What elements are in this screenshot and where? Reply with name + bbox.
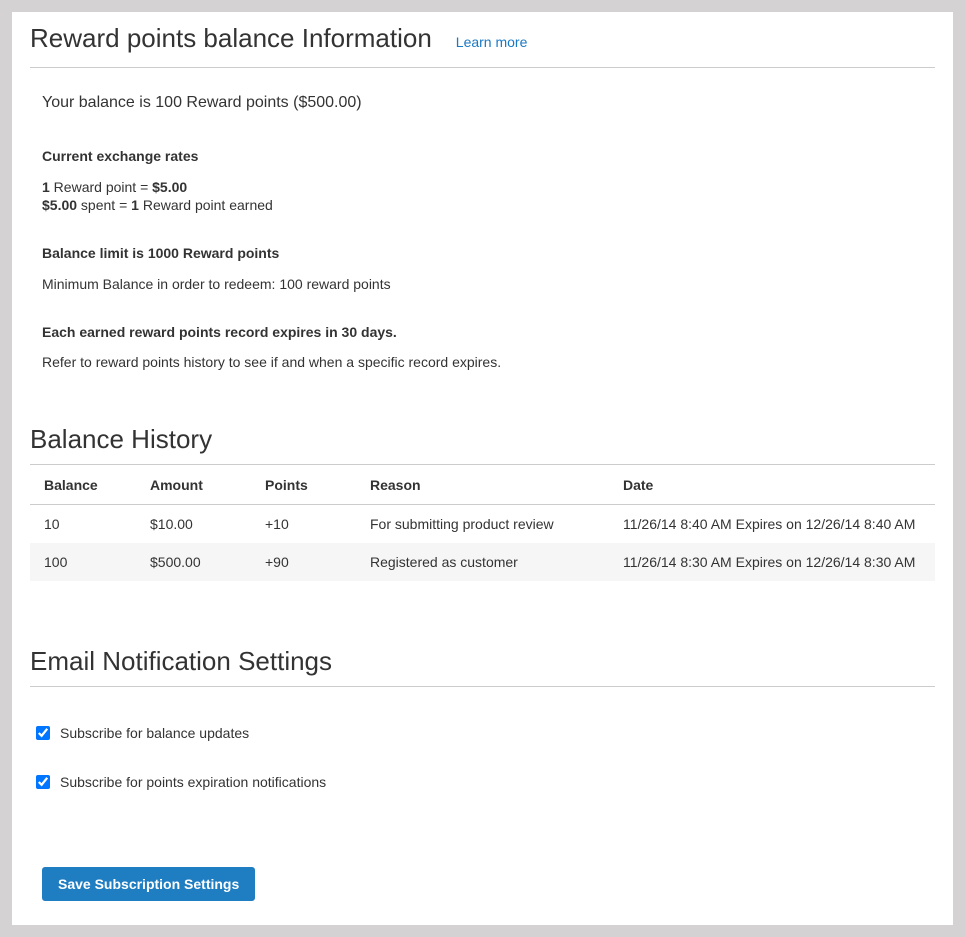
reward-points-page: Reward points balance Information Learn …: [12, 12, 953, 925]
rate2-points: 1: [131, 197, 139, 213]
email-notification-title: Email Notification Settings: [30, 647, 332, 676]
exchange-rates: 1 Reward point = $5.00 $5.00 spent = 1 R…: [42, 178, 923, 216]
save-subscription-button[interactable]: Save Subscription Settings: [42, 867, 255, 901]
points-expiration-checkbox[interactable]: [36, 775, 50, 789]
rate2-suffix: Reward point earned: [139, 197, 273, 213]
email-notification-header: Email Notification Settings: [30, 647, 935, 687]
balance-summary: Your balance is 100 Reward points ($500.…: [42, 94, 923, 112]
table-header-row: Balance Amount Points Reason Date: [30, 464, 935, 504]
cell-amount: $10.00: [136, 504, 251, 543]
cell-date: 11/26/14 8:30 AM Expires on 12/26/14 8:3…: [609, 543, 935, 581]
column-header-amount: Amount: [136, 464, 251, 504]
balance-updates-label[interactable]: Subscribe for balance updates: [60, 725, 249, 741]
cell-reason: Registered as customer: [356, 543, 609, 581]
table-row: 10 $10.00 +10 For submitting product rev…: [30, 504, 935, 543]
cell-balance: 100: [30, 543, 136, 581]
exchange-rates-heading: Current exchange rates: [42, 148, 923, 164]
page-header: Reward points balance Information Learn …: [30, 24, 935, 68]
balance-history-table: Balance Amount Points Reason Date 10 $10…: [30, 464, 935, 581]
rate-line-spend-earn: $5.00 spent = 1 Reward point earned: [42, 196, 923, 215]
page-title: Reward points balance Information: [30, 24, 432, 53]
balance-history-section: Balance History Balance Amount Points Re…: [30, 425, 935, 581]
column-header-date: Date: [609, 464, 935, 504]
cell-points: +10: [251, 504, 356, 543]
column-header-points: Points: [251, 464, 356, 504]
email-notification-section: Email Notification Settings Subscribe fo…: [30, 647, 935, 901]
learn-more-link[interactable]: Learn more: [456, 34, 528, 50]
table-row: 100 $500.00 +90 Registered as customer 1…: [30, 543, 935, 581]
rate1-money: $5.00: [152, 179, 187, 195]
cell-amount: $500.00: [136, 543, 251, 581]
cell-date: 11/26/14 8:40 AM Expires on 12/26/14 8:4…: [609, 504, 935, 543]
subscribe-balance-updates-row: Subscribe for balance updates: [36, 725, 935, 741]
rate2-text: spent =: [77, 197, 131, 213]
balance-history-title: Balance History: [30, 425, 212, 454]
column-header-reason: Reason: [356, 464, 609, 504]
points-expiration-label[interactable]: Subscribe for points expiration notifica…: [60, 774, 326, 790]
cell-reason: For submitting product review: [356, 504, 609, 543]
minimum-balance: Minimum Balance in order to redeem: 100 …: [42, 276, 923, 292]
expiry-rule: Each earned reward points record expires…: [42, 324, 923, 340]
rate1-points: 1: [42, 179, 50, 195]
rate2-money: $5.00: [42, 197, 77, 213]
rate1-text: Reward point =: [50, 179, 152, 195]
balance-limit: Balance limit is 1000 Reward points: [42, 245, 923, 261]
cell-balance: 10: [30, 504, 136, 543]
cell-points: +90: [251, 543, 356, 581]
rate-line-earn-value: 1 Reward point = $5.00: [42, 178, 923, 197]
column-header-balance: Balance: [30, 464, 136, 504]
subscribe-expiration-row: Subscribe for points expiration notifica…: [36, 774, 935, 790]
expiry-note: Refer to reward points history to see if…: [42, 354, 923, 370]
balance-updates-checkbox[interactable]: [36, 726, 50, 740]
balance-history-header: Balance History: [30, 425, 935, 464]
